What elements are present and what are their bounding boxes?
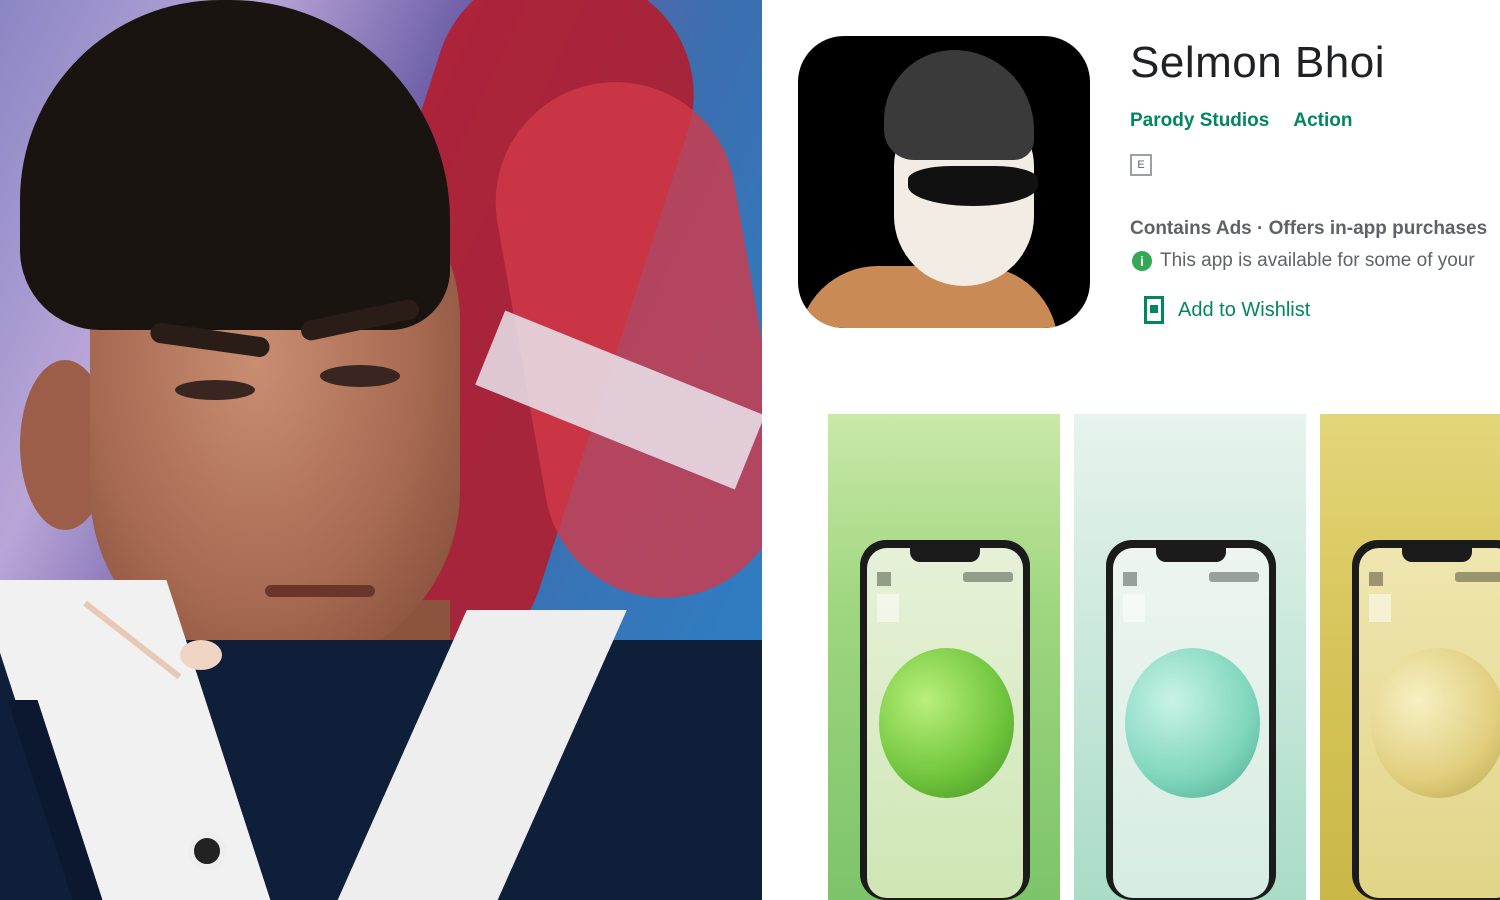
headset-mic-icon [180, 640, 222, 670]
score-bar [963, 572, 1013, 582]
planet [1371, 648, 1500, 798]
stats-icon [877, 594, 899, 622]
app-title: Selmon Bhoi [1130, 38, 1385, 87]
pause-icon [1369, 572, 1383, 586]
availability-notice: i This app is available for some of your [1132, 250, 1475, 272]
screenshot-carousel[interactable] [828, 414, 1500, 900]
phone-screen [867, 548, 1023, 898]
phone-notch [910, 548, 980, 562]
app-listing: Selmon Bhoi Parody Studios Action E Cont… [762, 0, 1500, 900]
phone-mockup [860, 540, 1030, 900]
phone-screen [1359, 548, 1500, 898]
phone-mockup [1106, 540, 1276, 900]
shirt-button [188, 832, 226, 870]
screenshot-1[interactable] [828, 414, 1060, 900]
planet [1125, 648, 1260, 798]
wishlist-label: Add to Wishlist [1178, 298, 1311, 321]
eye [320, 365, 400, 387]
category-link[interactable]: Action [1293, 110, 1352, 132]
pause-icon [1123, 572, 1137, 586]
stats-icon [1369, 594, 1391, 622]
planet [879, 648, 1014, 798]
sunglasses-icon [908, 166, 1038, 206]
bookmark-icon [1144, 296, 1164, 324]
screenshot-3[interactable] [1320, 414, 1500, 900]
availability-text: This app is available for some of your [1160, 250, 1475, 271]
content-rating-icon[interactable]: E [1130, 154, 1152, 176]
info-icon: i [1132, 251, 1152, 271]
app-icon[interactable] [798, 36, 1090, 328]
app-meta: Parody Studios Action [1130, 110, 1352, 132]
person-photo [0, 0, 762, 900]
phone-notch [1402, 548, 1472, 562]
monetization-notice: Contains Ads · Offers in-app purchases [1130, 218, 1488, 239]
eye [175, 380, 255, 400]
cartoon-hair [884, 50, 1034, 160]
stats-icon [1123, 594, 1145, 622]
pause-icon [877, 572, 891, 586]
score-bar [1455, 572, 1500, 582]
add-to-wishlist-button[interactable]: Add to Wishlist [1144, 296, 1310, 324]
hair [20, 0, 450, 330]
phone-notch [1156, 548, 1226, 562]
phone-mockup [1352, 540, 1500, 900]
developer-link[interactable]: Parody Studios [1130, 110, 1269, 132]
score-bar [1209, 572, 1259, 582]
mouth [265, 585, 375, 597]
phone-screen [1113, 548, 1269, 898]
screenshot-2[interactable] [1074, 414, 1306, 900]
